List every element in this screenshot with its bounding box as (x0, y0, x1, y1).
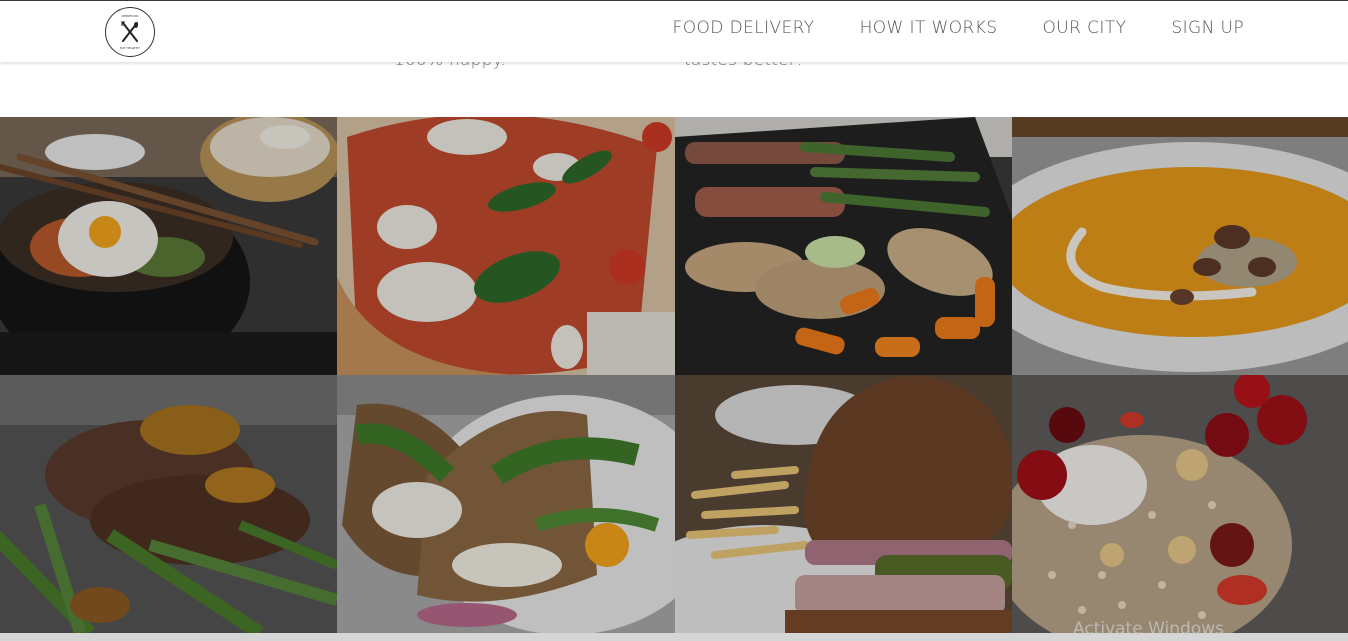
nav-link-food-delivery[interactable]: FOOD DELIVERY (673, 18, 815, 38)
main-nav: FOOD DELIVERY HOW IT WORKS OUR CITY SIGN… (673, 18, 1244, 38)
activate-windows-watermark: Activate Windows (1073, 619, 1224, 639)
page: 100% happy. tastes better! OMNIFOOD EAT … (0, 0, 1348, 641)
nav-link-our-city[interactable]: OUR CITY (1043, 18, 1127, 38)
nav-link-how-it-works[interactable]: HOW IT WORKS (860, 18, 998, 38)
meal-photo-sandwich[interactable] (337, 375, 675, 633)
logo-top-text: OMNIFOOD (121, 14, 139, 18)
meal-photo-pumpkin-soup[interactable] (1012, 117, 1348, 375)
meal-photo-granola-cherries[interactable] (1012, 375, 1348, 633)
meal-photo-steak-asparagus[interactable] (0, 375, 337, 633)
meal-photo-pizza[interactable] (337, 117, 675, 375)
sticky-nav: OMNIFOOD EAT HEALTHY FOOD DELIVERY HOW I… (0, 0, 1348, 62)
fork-knife-icon (121, 21, 138, 42)
meals-gallery (0, 117, 1348, 633)
meal-photo-chicken-asparagus[interactable] (675, 117, 1012, 375)
meal-photo-bibimbap[interactable] (0, 117, 337, 375)
meal-photo-burger-fries[interactable] (675, 375, 1012, 633)
logo-bottom-text: EAT HEALTHY (120, 46, 140, 50)
logo[interactable]: OMNIFOOD EAT HEALTHY (105, 7, 155, 57)
nav-link-sign-up[interactable]: SIGN UP (1171, 18, 1244, 38)
